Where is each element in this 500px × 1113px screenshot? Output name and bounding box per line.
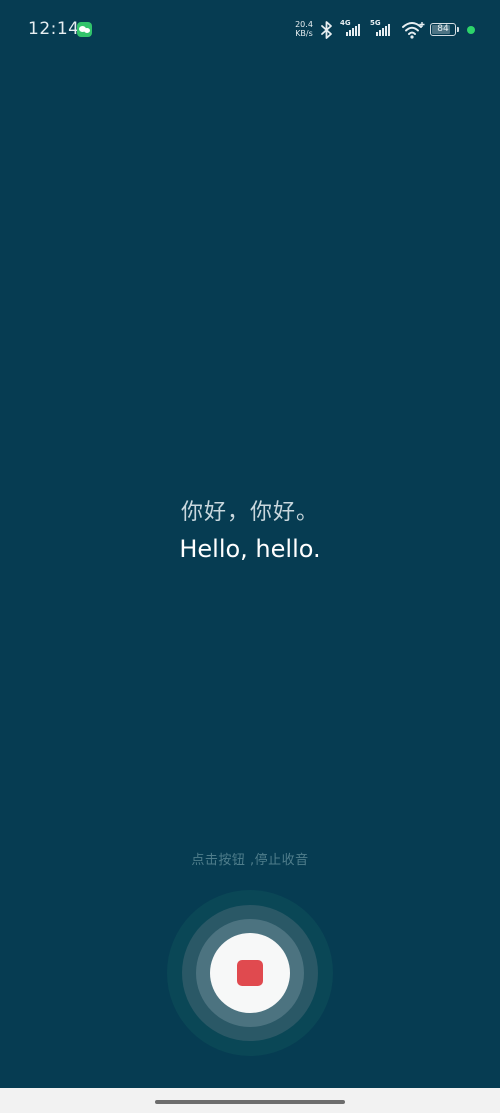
bluetooth-icon <box>321 21 332 39</box>
wechat-icon <box>77 22 92 37</box>
network-speed: 20.4 KB/s <box>292 20 316 38</box>
cellular-signal-5g-icon: 5G <box>370 19 394 38</box>
battery-tip <box>457 27 459 32</box>
stop-recording-hint: 点击按钮 ,停止收音 <box>191 853 309 868</box>
status-time: 12:14 <box>28 19 80 39</box>
network-speed-unit: KB/s <box>295 29 313 38</box>
privacy-indicator-dot <box>467 26 475 34</box>
status-bar: 12:14 20.4 KB/s 4G 5G 84 <box>0 0 500 60</box>
battery-icon: 84 <box>430 23 456 36</box>
navigation-bar <box>0 1088 500 1113</box>
home-indicator[interactable] <box>155 1100 345 1104</box>
translated-transcript: Hello, hello. <box>179 535 321 563</box>
wifi-icon <box>402 22 425 39</box>
cellular-signal-4g-icon: 4G <box>340 19 364 38</box>
stop-recording-button[interactable] <box>210 933 290 1013</box>
source-transcript: 你好，你好。 <box>180 500 319 525</box>
network-speed-value: 20.4 <box>295 20 313 29</box>
battery-level: 84 <box>437 24 449 34</box>
stop-icon <box>237 960 263 986</box>
